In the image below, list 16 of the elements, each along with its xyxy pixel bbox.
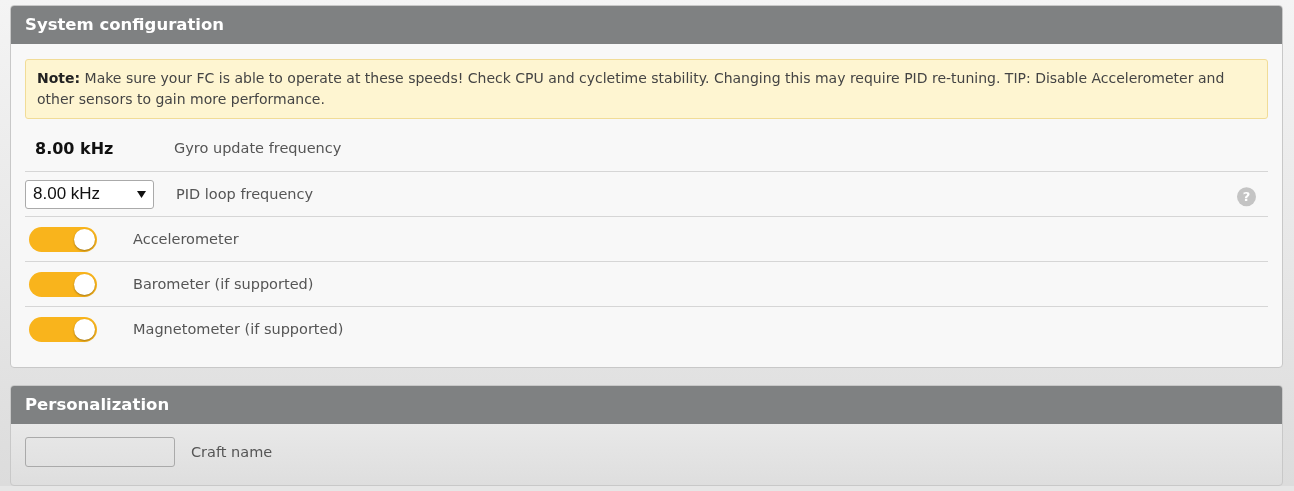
toggle-switch[interactable] [29, 316, 97, 342]
craft-name-field[interactable] [25, 437, 175, 467]
toggle-switch[interactable] [29, 271, 97, 297]
setting-label: PID loop frequency [176, 186, 314, 202]
setting-label: Accelerometer [133, 231, 239, 247]
frequency-dropdown[interactable]: 8.00 kHz [25, 179, 154, 209]
toggle-switch[interactable] [29, 226, 97, 252]
panel-title: Personalization [11, 386, 1282, 424]
field-label: Craft name [191, 444, 273, 460]
setting-label: Gyro update frequency [174, 140, 342, 156]
panel-title: System configuration [11, 6, 1282, 44]
setting-label: Barometer (if supported) [133, 276, 314, 292]
caret-icon [137, 190, 146, 198]
frequency-value: 8.00 kHz [34, 138, 115, 158]
note-message: Note: Make sure your FC is able to operate at these speeds! Check CPU and cycletime stability. Changing this may require PID re-tuning. TIP: Disable Accelerometer and other sensors to gain more performance. [25, 59, 1268, 119]
setting-label: Magnetometer (if supported) [133, 321, 344, 337]
